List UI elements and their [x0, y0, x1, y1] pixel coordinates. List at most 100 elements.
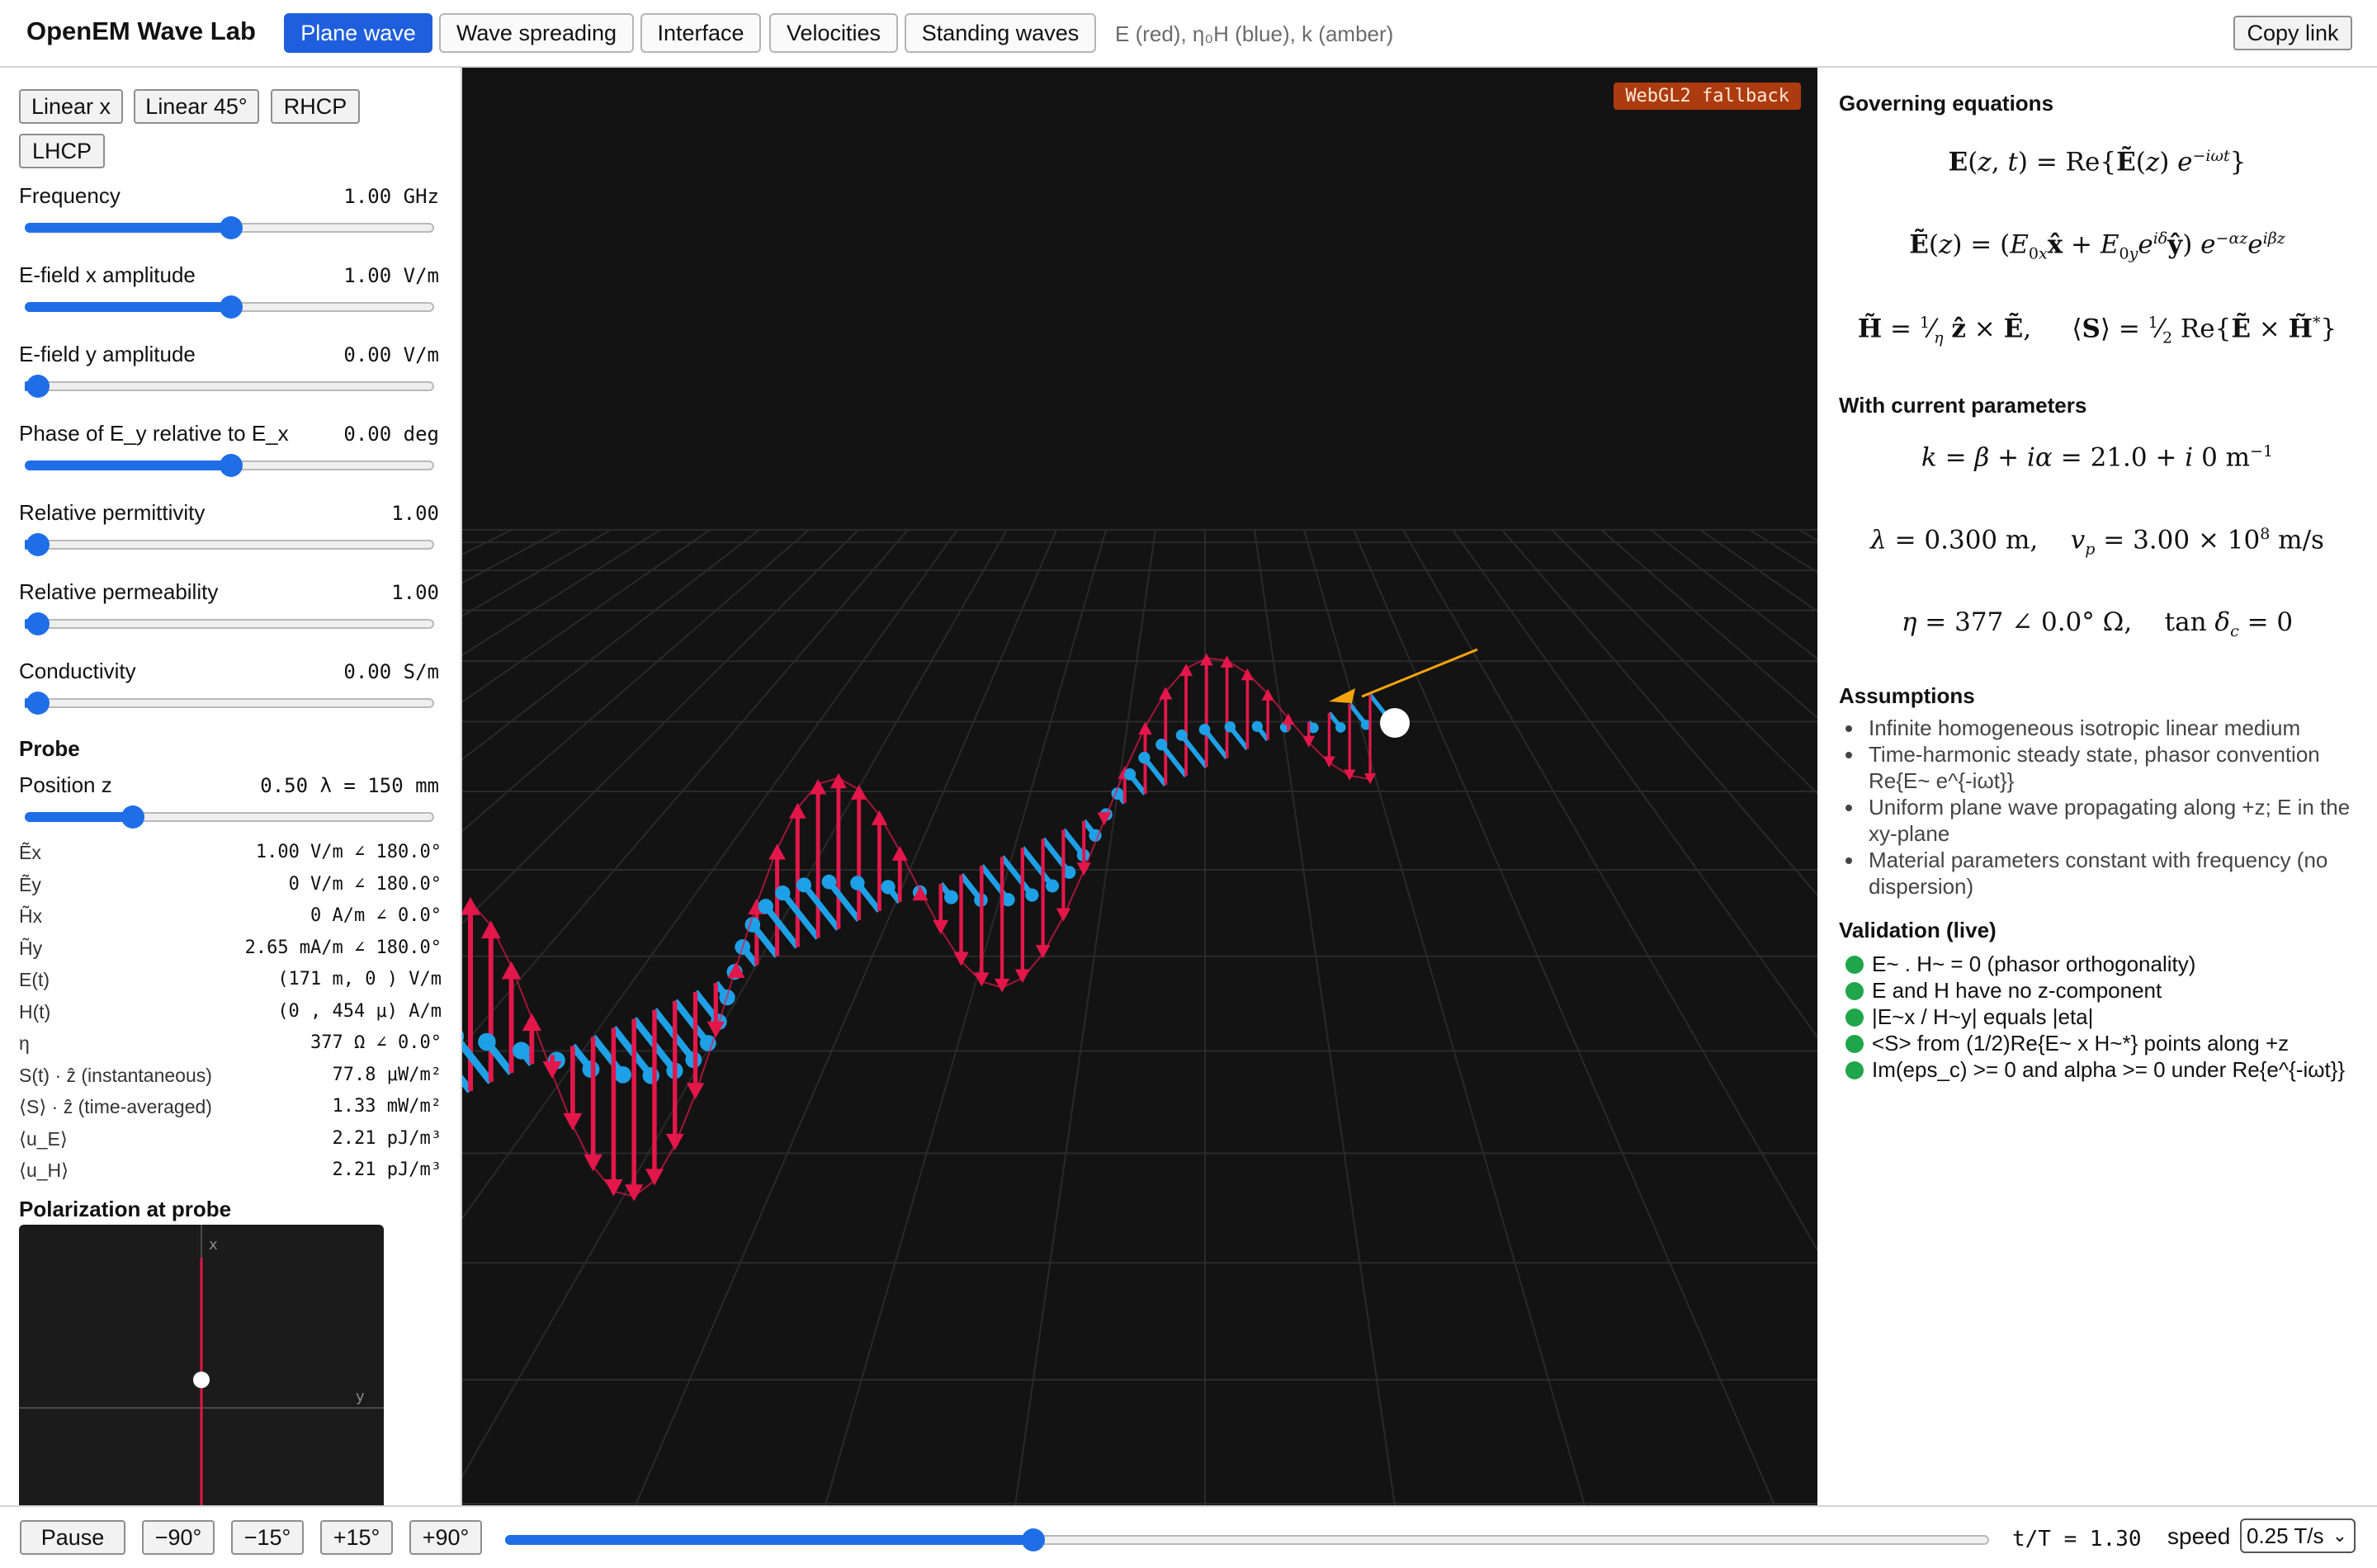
grid-line: [1452, 529, 1817, 1039]
permittivity-slider[interactable]: [25, 533, 434, 556]
e-field-arrowhead: [462, 896, 480, 915]
tab-velocities[interactable]: Velocities: [769, 13, 898, 53]
polar-x-label: x: [209, 1236, 218, 1254]
permeability-slider[interactable]: [25, 612, 434, 635]
grid-line: [1402, 529, 1817, 1252]
slider-thumb[interactable]: [26, 533, 50, 556]
probe-position-slider[interactable]: [25, 805, 434, 829]
slider-fill: [25, 302, 233, 312]
probe-title: Probe: [19, 736, 80, 761]
e-field-arrowhead: [645, 1169, 664, 1186]
probe-quantity-label: η: [19, 1032, 30, 1054]
probe-quantity-label: H(t): [19, 1000, 51, 1023]
step-plus-90-button[interactable]: +90°: [409, 1520, 482, 1555]
slider-thumb[interactable]: [26, 375, 50, 398]
3d-wave-viewport[interactable]: WebGL2 fallback: [462, 68, 1817, 1505]
equation-e-field-phasor: Ẽ(z) = (E0xx̂ + E0yeiδŷ) e−αzeiβz: [1909, 229, 2285, 263]
e-field-arrowhead: [480, 920, 501, 939]
step-minus-15-button[interactable]: −15°: [231, 1520, 304, 1555]
pause-button[interactable]: Pause: [20, 1520, 125, 1555]
playback-bar: Pause −90° −15° +15° +90° t/T = 1.30 spe…: [0, 1505, 2377, 1568]
preset-linear-x-button[interactable]: Linear x: [19, 89, 123, 124]
probe-readout-row: Ẽy 0 V/m ∠ 180.0°: [19, 874, 442, 904]
grid-line: [1600, 529, 1817, 720]
e-field-arrowhead: [933, 919, 949, 935]
probe-readout-row: ⟨u_E⟩ 2.21 pJ/m³: [19, 1128, 442, 1158]
preset-linear-45-button[interactable]: Linear 45°: [134, 89, 259, 124]
permeability-value: 1.00: [391, 581, 439, 604]
h-field-arrowhead: [796, 877, 811, 893]
preset-rhcp-button[interactable]: RHCP: [271, 89, 360, 124]
tab-interface[interactable]: Interface: [640, 13, 761, 53]
phase-label: Phase of E_y relative to E_x: [19, 421, 289, 446]
current-parameters-title: With current parameters: [1839, 393, 2087, 418]
app-title: OpenEM Wave Lab: [26, 17, 256, 45]
grid-line: [1254, 529, 1396, 1505]
slider-thumb[interactable]: [121, 805, 144, 829]
grid-line: [1749, 529, 1817, 574]
e-field-arrowhead: [789, 802, 806, 819]
e-field-arrowhead: [522, 1013, 541, 1032]
slider-thumb[interactable]: [26, 612, 50, 635]
assumption-item: Infinite homogeneous isotropic linear me…: [1845, 715, 2357, 741]
h-field-arrowhead: [944, 890, 958, 904]
slider-thumb[interactable]: [220, 216, 243, 239]
step-minus-90-button[interactable]: −90°: [142, 1520, 215, 1555]
status-pass-icon: [1845, 1061, 1864, 1079]
probe-quantity-value: 377 Ω ∠ 0.0°: [310, 1032, 442, 1053]
controls-panel: Linear x Linear 45° RHCP LHCP Frequency 1…: [0, 68, 462, 1505]
slider-thumb[interactable]: [220, 454, 243, 477]
ey-amplitude-slider[interactable]: [25, 375, 434, 398]
color-legend-note: E (red), η₀H (blue), k (amber): [1115, 21, 1394, 46]
probe-quantity-label: ⟨S⟩ · ẑ (time-averaged): [19, 1096, 212, 1117]
e-field-arrowhead: [768, 843, 786, 860]
slider-thumb[interactable]: [220, 295, 243, 319]
ex-amplitude-slider[interactable]: [25, 295, 434, 319]
probe-quantity-value: (0 , 454 μ) A/m: [277, 1000, 442, 1022]
e-field-arrowhead: [665, 1133, 684, 1150]
conductivity-slider[interactable]: [25, 692, 434, 715]
preset-lhcp-button[interactable]: LHCP: [19, 134, 105, 168]
probe-readout-row: ⟨S⟩ · ẑ (time-averaged) 1.33 mW/m²: [19, 1096, 442, 1126]
grid-line: [462, 529, 711, 703]
permeability-label: Relative permeability: [19, 579, 219, 604]
h-field-arrowhead: [614, 1066, 631, 1084]
frequency-slider[interactable]: [25, 216, 434, 239]
governing-equations-title: Governing equations: [1839, 91, 2054, 116]
grid-line: [1699, 529, 1817, 612]
chevron-down-icon: ⌄: [2332, 1525, 2347, 1546]
assumptions-title: Assumptions: [1839, 683, 1975, 708]
grid-line: [462, 529, 612, 617]
status-pass-icon: [1845, 1008, 1864, 1027]
permittivity-label: Relative permittivity: [19, 500, 206, 525]
step-plus-15-button[interactable]: +15°: [320, 1520, 393, 1555]
time-slider[interactable]: [505, 1528, 1989, 1551]
ey-amplitude-label: E-field y amplitude: [19, 342, 196, 366]
probe-readout-row: H̃y 2.65 mA/m ∠ 180.0°: [19, 937, 442, 967]
tab-standing-waves[interactable]: Standing waves: [905, 13, 1096, 53]
e-field-arrowhead: [501, 961, 522, 980]
eta-value: 377: [1954, 607, 2004, 637]
vp-exponent: 8: [2260, 525, 2271, 543]
h-field-arrowhead: [1198, 724, 1211, 735]
h-field-arrowhead: [850, 876, 865, 890]
eta-angle: 0.0°: [2040, 607, 2095, 637]
copy-link-button[interactable]: Copy link: [2233, 16, 2352, 50]
polarization-plot: x y: [19, 1225, 384, 1505]
status-pass-icon: [1845, 982, 1864, 1000]
phase-slider[interactable]: [25, 454, 434, 477]
assumption-item: Uniform plane wave propagating along +z;…: [1845, 794, 2357, 847]
slider-thumb[interactable]: [1022, 1528, 1046, 1551]
tab-wave-spreading[interactable]: Wave spreading: [439, 13, 634, 53]
permittivity-value: 1.00: [391, 502, 439, 525]
slider-thumb[interactable]: [26, 692, 50, 715]
h-field-arrow: [1020, 846, 1055, 888]
tab-plane-wave[interactable]: Plane wave: [284, 13, 432, 53]
h-field-arrowhead: [1175, 729, 1188, 741]
h-field-arrowhead: [1251, 720, 1263, 732]
speed-select[interactable]: 0.25 T/s ⌄: [2240, 1518, 2356, 1553]
h-field-arrowhead: [1046, 879, 1059, 893]
polarization-tip-marker: [193, 1372, 210, 1388]
e-field-arrowhead: [584, 1154, 603, 1172]
h-field-arrowhead: [642, 1067, 659, 1084]
